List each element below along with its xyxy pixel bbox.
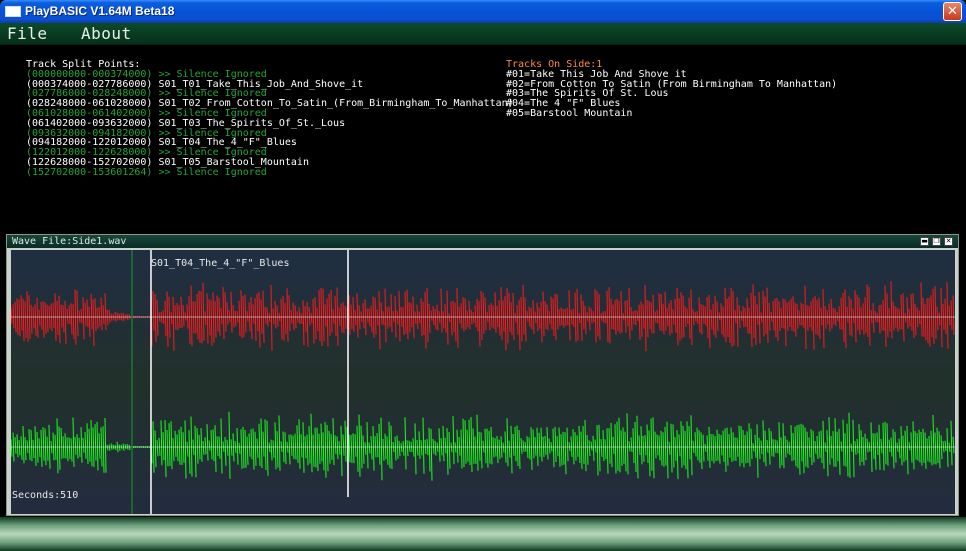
menu-about[interactable]: About	[81, 24, 132, 43]
track-item: #05=Barstool Mountain	[506, 107, 633, 119]
window-titlebar[interactable]: PlayBASIC V1.64M Beta18 ✕	[0, 0, 966, 23]
wave-window-title: Wave File:Side1.wav	[12, 236, 127, 247]
wave-window[interactable]: Wave File:Side1.wav ▬ ❐ ✕ S01_T04_The_4_…	[6, 234, 959, 516]
menu-bar: File About	[0, 23, 966, 45]
output-console: Track Split Points: (000000000-000374000…	[0, 45, 966, 233]
menu-file[interactable]: File	[7, 24, 48, 43]
window-title: PlayBASIC V1.64M Beta18	[25, 4, 175, 18]
wave-window-titlebar[interactable]: Wave File:Side1.wav ▬ ❐ ✕	[7, 235, 958, 248]
current-track-label: S01_T04_The_4_"F"_Blues	[151, 258, 290, 269]
wave-close-button[interactable]: ✕	[944, 237, 953, 246]
tracks-list: Tracks On Side:1 #01=Take This Job And S…	[506, 60, 837, 119]
app-icon	[5, 6, 21, 17]
split-line: (152702000-153601264) >> Silence Ignored	[26, 166, 267, 178]
split-points-list: Track Split Points: (000000000-000374000…	[26, 60, 514, 178]
left-channel-wave	[11, 281, 955, 352]
restore-button[interactable]: ❐	[932, 237, 941, 246]
waveform-display[interactable]	[11, 250, 955, 514]
status-band	[0, 517, 966, 551]
seconds-readout: Seconds:510	[12, 490, 79, 501]
waveform-canvas[interactable]: S01_T04_The_4_"F"_Blues Seconds:510	[11, 250, 955, 514]
close-button[interactable]: ✕	[943, 2, 962, 21]
right-channel-wave	[11, 411, 955, 481]
minimize-button[interactable]: ▬	[920, 237, 929, 246]
